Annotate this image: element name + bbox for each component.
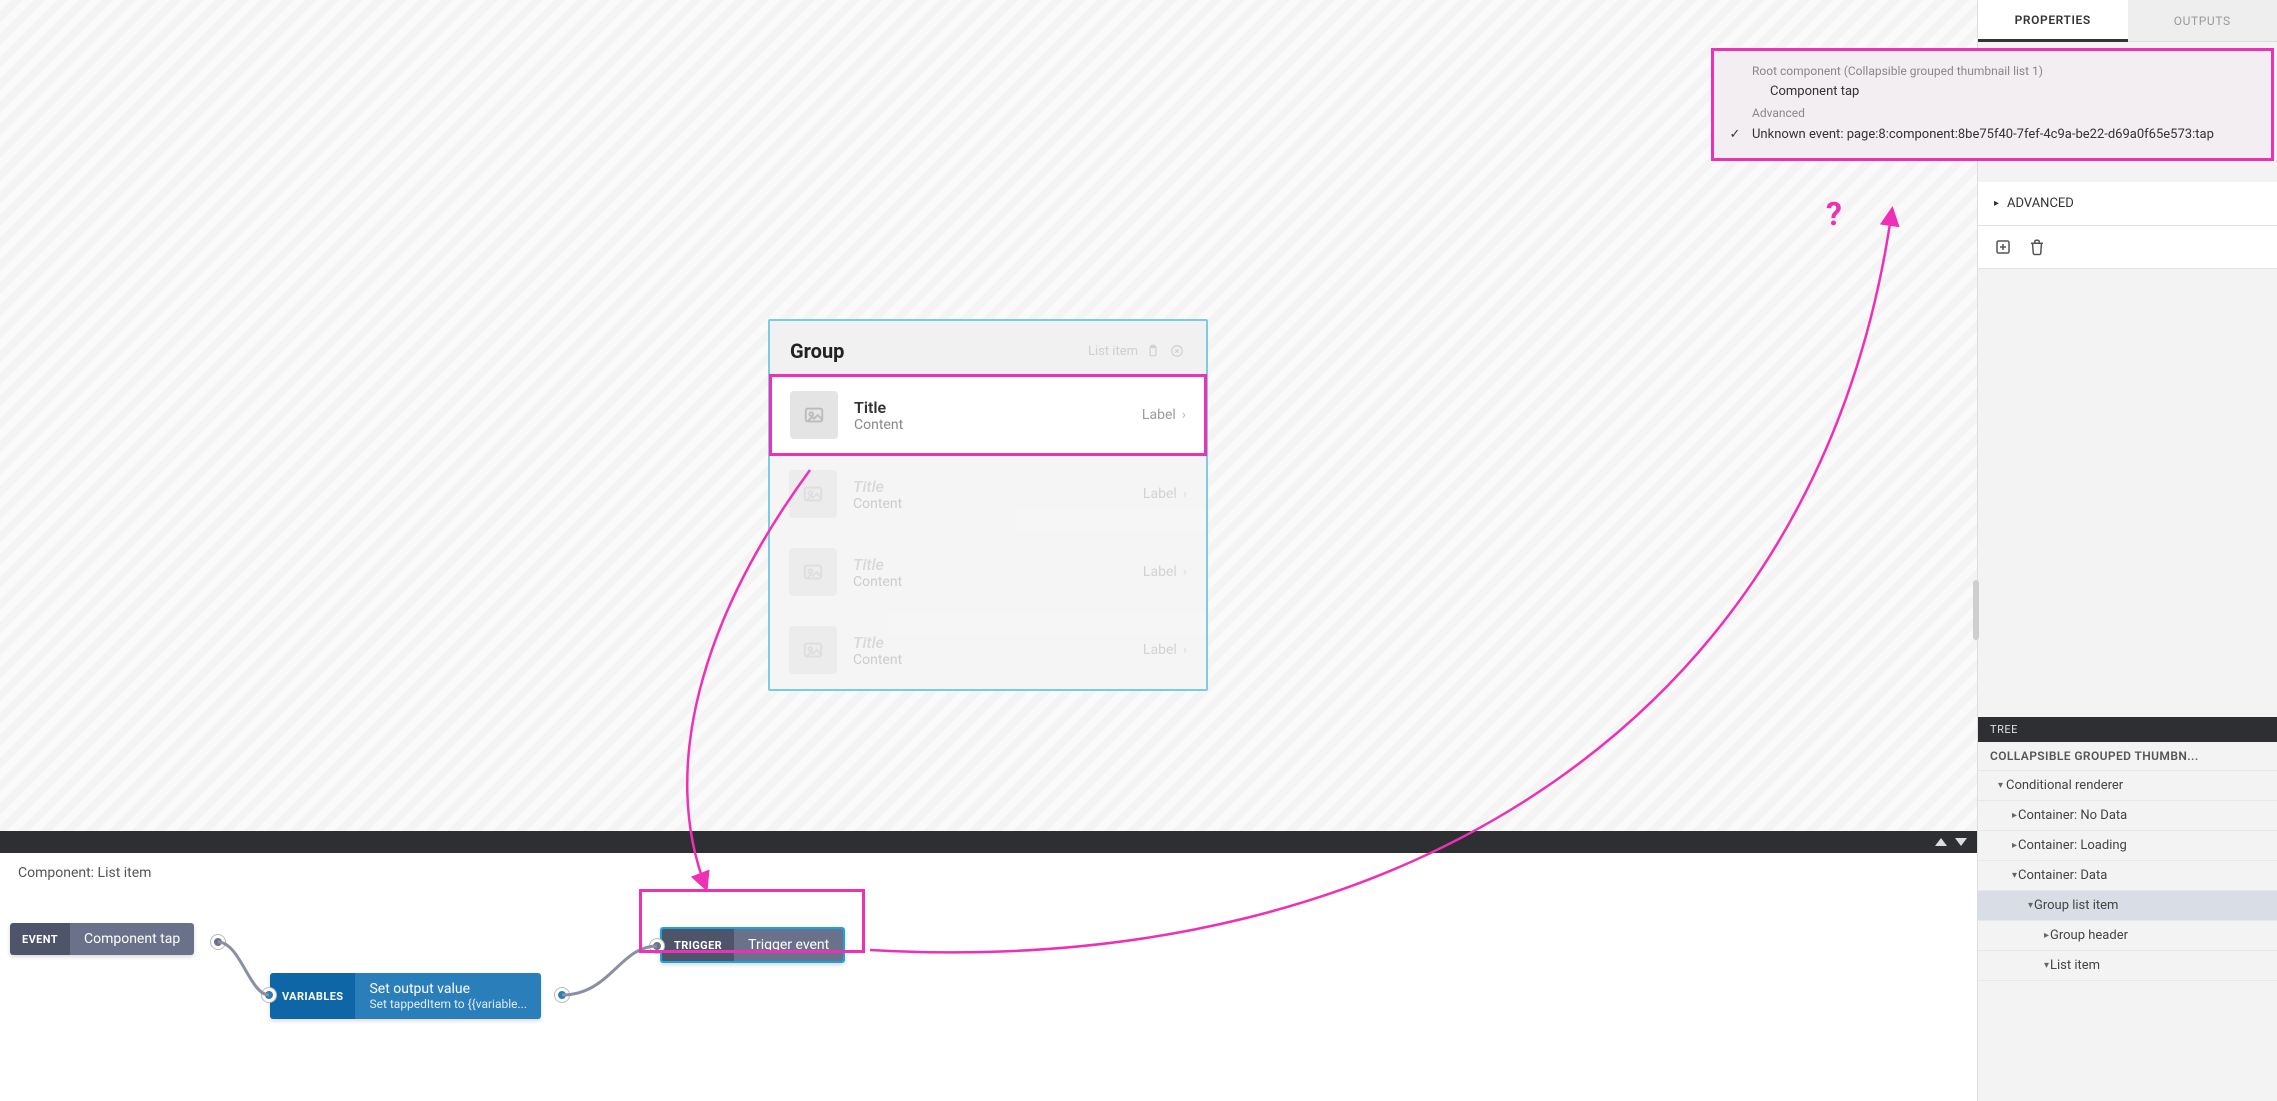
- tree-row[interactable]: ▾ Conditional renderer: [1978, 771, 2277, 801]
- popover-root-label: Root component (Collapsible grouped thum…: [1752, 61, 2043, 81]
- tree-header: TREE: [1978, 717, 2277, 742]
- tree-row-label: Group list item: [2034, 898, 2118, 913]
- group-header-tag: List item: [1088, 344, 1138, 359]
- caret-right-icon: ▸: [1990, 840, 2012, 851]
- list-item-label: Label: [1143, 564, 1177, 580]
- node-output-port[interactable]: [211, 935, 225, 949]
- section-advanced[interactable]: ▸ ADVANCED: [1978, 182, 2277, 226]
- caret-right-icon: ▸: [1990, 930, 2044, 941]
- list-item-label: Label: [1143, 486, 1177, 502]
- variables-node-sub: Set tappedItem to {{variable...: [369, 997, 527, 1011]
- tree-root-label: COLLAPSIBLE GROUPED THUMBN...: [1990, 749, 2199, 763]
- list-item-title: Title: [853, 477, 1127, 496]
- popover-advanced-label: Advanced: [1752, 103, 1805, 123]
- node-input-port[interactable]: [650, 939, 664, 953]
- event-node[interactable]: EVENT Component tap: [10, 923, 194, 955]
- list-item-text: Title Content: [854, 398, 1126, 433]
- chevron-right-icon: ›: [1183, 564, 1187, 580]
- image-placeholder-icon: [790, 391, 838, 439]
- clipboard-icon[interactable]: [1144, 342, 1162, 360]
- right-panel: PROPERTIES OUTPUTS untitled ▸ ADVANCED T…: [1977, 0, 2277, 1101]
- caret-down-icon: ▾: [1990, 870, 2012, 881]
- tree-row[interactable]: ▸ Container: Loading: [1978, 831, 2277, 861]
- tree-row-selected[interactable]: ▾ Group list item: [1978, 891, 2277, 921]
- caret-down-icon: ▾: [1990, 900, 2028, 911]
- panel-resize-handle[interactable]: [1973, 580, 1979, 640]
- tree-row-label: Conditional renderer: [2006, 778, 2123, 793]
- list-item-content: Content: [853, 496, 1127, 512]
- tab-properties[interactable]: PROPERTIES: [1978, 0, 2128, 42]
- tree-row[interactable]: ▾ Container: Data: [1978, 861, 2277, 891]
- section-advanced-label: ADVANCED: [2007, 196, 2074, 211]
- variables-node-tag: VARIABLES: [270, 973, 355, 1019]
- check-icon: ✓: [1728, 124, 1742, 146]
- variables-node-title: Set output value: [369, 981, 527, 997]
- app-root: Group List item Title Content: [0, 0, 2277, 1101]
- chevron-right-icon: ›: [1183, 642, 1187, 658]
- chevron-right-icon: ›: [1182, 407, 1186, 423]
- list-item[interactable]: TitleContent Label ›: [770, 533, 1206, 611]
- list-item-title: Title: [854, 398, 1126, 417]
- trigger-node-tag: TRIGGER: [662, 929, 734, 961]
- list-item[interactable]: TitleContent Label ›: [770, 455, 1206, 533]
- caret-right-icon: ▸: [1994, 198, 1999, 209]
- delete-icon[interactable]: ✕: [825, 927, 845, 929]
- event-source-dropdown[interactable]: Root component (Collapsible grouped thum…: [1711, 48, 2274, 161]
- caret-right-icon: ▸: [1990, 810, 2012, 821]
- tree-row-label: Container: Data: [2018, 868, 2107, 883]
- flow-context-label: Component: List item: [18, 865, 151, 881]
- canvas[interactable]: Group List item Title Content: [0, 0, 1977, 831]
- group-header: Group List item: [770, 321, 1206, 375]
- tree-panel: COLLAPSIBLE GROUPED THUMBN... ▾ Condition…: [1978, 742, 2277, 1101]
- group-header-right: List item: [1088, 342, 1186, 360]
- image-placeholder-icon: [789, 470, 837, 518]
- trigger-node[interactable]: ✕ TRIGGER Trigger event: [660, 927, 845, 963]
- variables-node[interactable]: VARIABLES Set output value Set tappedIte…: [270, 973, 541, 1019]
- add-step-icon[interactable]: [1994, 238, 2012, 256]
- caret-down-icon: ▾: [1990, 960, 2044, 971]
- action-icons-row: [1978, 226, 2277, 269]
- tree-root[interactable]: COLLAPSIBLE GROUPED THUMBN...: [1978, 742, 2277, 771]
- expand-down-icon[interactable]: [1955, 838, 1967, 846]
- list-item-content: Content: [854, 417, 1126, 433]
- duplicate-icon[interactable]: [803, 927, 823, 929]
- list-item-label: Label: [1143, 642, 1177, 658]
- list-item-content: Content: [853, 652, 1127, 668]
- group-card[interactable]: Group List item Title Content: [768, 319, 1208, 691]
- list-item-label: Label: [1142, 407, 1176, 423]
- tree-row[interactable]: ▾ List item: [1978, 951, 2277, 981]
- tree-row-label: Group header: [2050, 928, 2128, 943]
- list-item-right: Label ›: [1142, 407, 1186, 423]
- tree-row-label: Container: No Data: [2018, 808, 2127, 823]
- list-item-selected[interactable]: Title Content Label ›: [769, 374, 1207, 456]
- tree-row-label: List item: [2050, 958, 2100, 973]
- caret-down-icon: ▾: [1990, 780, 2000, 791]
- list-item-content: Content: [853, 574, 1127, 590]
- trigger-node-label: Trigger event: [748, 937, 829, 953]
- trash-icon[interactable]: [2028, 238, 2046, 256]
- tree-row[interactable]: ▸ Group header: [1978, 921, 2277, 951]
- group-title: Group: [790, 339, 844, 363]
- right-panel-tabs: PROPERTIES OUTPUTS: [1978, 0, 2277, 42]
- collapse-up-icon[interactable]: [1935, 838, 1947, 846]
- panel-resize-bar[interactable]: [0, 831, 1977, 853]
- node-input-port[interactable]: [262, 988, 276, 1002]
- tree-row[interactable]: ▸ Container: No Data: [1978, 801, 2277, 831]
- tree-row-label: Container: Loading: [2018, 838, 2127, 853]
- close-circle-icon[interactable]: [1168, 342, 1186, 360]
- tab-outputs[interactable]: OUTPUTS: [2128, 0, 2277, 42]
- event-node-tag: EVENT: [10, 923, 70, 955]
- popover-option-component-tap[interactable]: Component tap: [1752, 81, 1859, 103]
- list-item[interactable]: TitleContent Label ›: [770, 611, 1206, 689]
- logic-flow-editor[interactable]: Component: List item EVENT Component tap…: [0, 853, 1977, 1101]
- popover-option-unknown-event[interactable]: Unknown event: page:8:component:8be75f40…: [1752, 124, 2214, 146]
- image-placeholder-icon: [789, 548, 837, 596]
- list-item-title: Title: [853, 555, 1127, 574]
- image-placeholder-icon: [789, 626, 837, 674]
- chevron-right-icon: ›: [1183, 486, 1187, 502]
- annotation-question-mark: ?: [1826, 195, 1842, 233]
- node-output-port[interactable]: [555, 988, 569, 1002]
- list-item-title: Title: [853, 633, 1127, 652]
- event-node-label: Component tap: [84, 931, 180, 947]
